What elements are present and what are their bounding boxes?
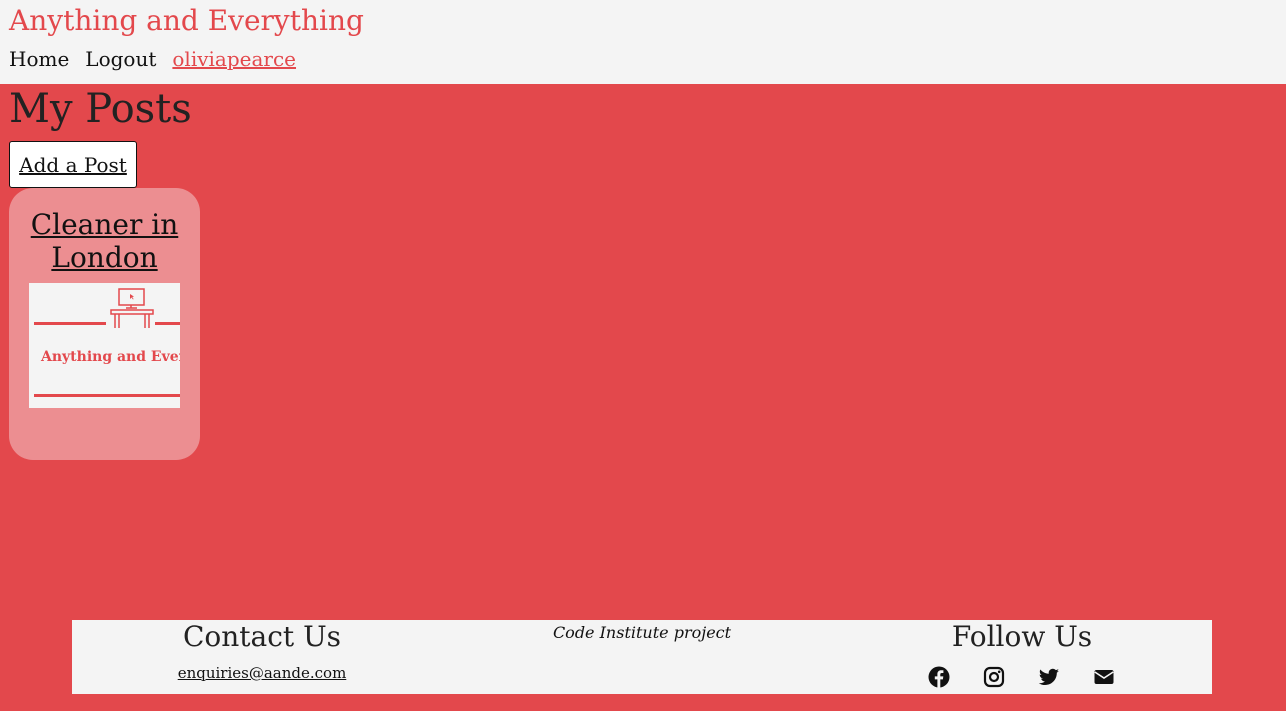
- site-brand[interactable]: Anything and Everything: [9, 4, 364, 37]
- post-image-logo-text: Anything and Everything: [41, 349, 180, 365]
- nav-logout-link[interactable]: Logout: [85, 47, 156, 71]
- social-links: [927, 665, 1116, 689]
- page-title: My Posts: [9, 86, 192, 132]
- site-footer: Contact Us enquiries@aande.com Code Inst…: [72, 620, 1212, 694]
- post-title-link[interactable]: Cleaner in London: [9, 208, 200, 274]
- facebook-icon[interactable]: [927, 665, 951, 689]
- desk-computer-icon: [34, 288, 180, 397]
- footer-credit: Code Institute project: [552, 623, 732, 642]
- post-card[interactable]: Cleaner in London Anything and Everythin…: [9, 188, 200, 460]
- contact-email-link[interactable]: enquiries@aande.com: [162, 664, 362, 682]
- post-image[interactable]: Anything and Everything: [29, 283, 180, 408]
- main-nav: Home Logout oliviapearce: [9, 47, 296, 71]
- instagram-icon[interactable]: [982, 665, 1006, 689]
- add-post-button[interactable]: Add a Post: [9, 141, 137, 188]
- nav-user-link[interactable]: oliviapearce: [172, 47, 296, 71]
- twitter-icon[interactable]: [1037, 665, 1061, 689]
- nav-home-link[interactable]: Home: [9, 47, 69, 71]
- site-header: Anything and Everything Home Logout oliv…: [0, 0, 1286, 84]
- contact-heading: Contact Us: [182, 620, 342, 653]
- envelope-icon[interactable]: [1092, 665, 1116, 689]
- follow-heading: Follow Us: [951, 620, 1093, 653]
